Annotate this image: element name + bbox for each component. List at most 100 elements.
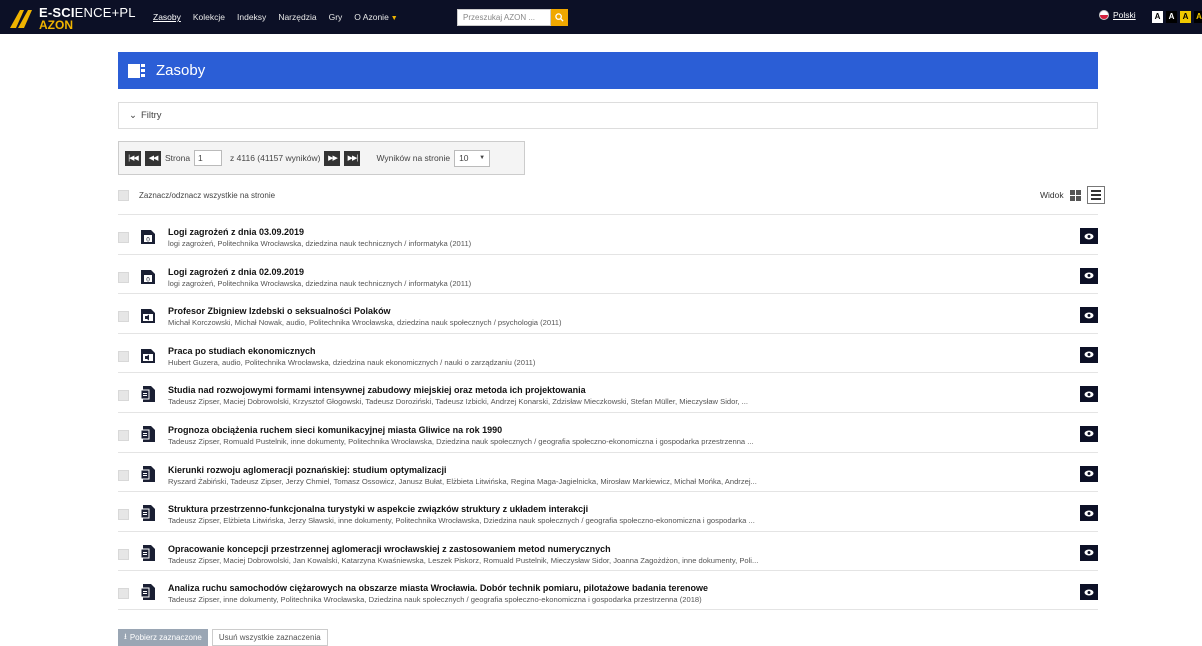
preview-button[interactable] (1080, 544, 1098, 561)
list-item: Studia nad rozwojowymi formami intensywn… (118, 372, 1098, 412)
document-icon (140, 583, 156, 601)
result-list: 0 Logi zagrożeń z dnia 03.09.2019 logi zag… (118, 214, 1098, 610)
nav-item-narzedzia[interactable]: Narzędzia (278, 12, 316, 22)
eye-icon (1084, 589, 1094, 596)
item-title-link[interactable]: Struktura przestrzenno-funkcjonalna tury… (168, 504, 588, 514)
data-file-icon: 0 (140, 227, 156, 245)
item-title-link[interactable]: Opracowanie koncepcji przestrzennej aglo… (168, 544, 611, 554)
per-page-label: Wyników na stronie (376, 153, 451, 163)
list-item: Prognoza obciążenia ruchem sieci komunik… (118, 411, 1098, 452)
audio-file-icon (140, 306, 156, 324)
search-button[interactable] (551, 9, 568, 26)
polish-flag-icon (1099, 10, 1109, 20)
item-checkbox[interactable] (118, 548, 129, 560)
page-number-input[interactable]: 1 (194, 150, 223, 166)
item-metadata: Tadeusz Zipser, Elżbieta Litwińska, Jerz… (168, 516, 755, 526)
document-icon (140, 385, 156, 403)
main-nav: Zasoby Kolekcje Indeksy Narzędzia Gry O … (153, 0, 398, 34)
item-checkbox[interactable] (118, 311, 129, 323)
font-size-controls: A A A A (1152, 11, 1202, 23)
download-selected-label: Pobierz zaznaczone (129, 633, 202, 642)
page-label: Strona (165, 153, 191, 163)
nav-item-indeksy[interactable]: Indeksy (237, 12, 266, 22)
preview-button[interactable] (1080, 584, 1098, 601)
nav-item-kolekcje[interactable]: Kolekcje (193, 12, 225, 22)
view-switcher: Widok (1040, 186, 1105, 204)
eye-icon (1084, 312, 1094, 319)
eye-icon (1084, 549, 1094, 556)
list-item: Kierunki rozwoju aglomeracji poznańskiej… (118, 451, 1098, 492)
list-item: 0 Logi zagrożeń z dnia 03.09.2019 logi zag… (118, 214, 1098, 254)
preview-button[interactable] (1080, 386, 1098, 403)
item-metadata: logi zagrożeń, Politechnika Wrocławska, … (168, 278, 472, 288)
clear-selection-button[interactable]: Usuń wszystkie zaznaczenia (211, 629, 328, 646)
preview-button[interactable] (1080, 307, 1098, 324)
preview-button[interactable] (1080, 505, 1098, 522)
svg-text:0: 0 (146, 276, 150, 283)
preview-button[interactable] (1080, 465, 1098, 482)
first-page-button[interactable]: |◀◀ (125, 150, 141, 166)
download-selected-button[interactable]: ⭳ Pobierz zaznaczone (118, 629, 208, 646)
document-icon (140, 504, 156, 522)
nav-item-o-azonie[interactable]: O Azonie ▼ (354, 12, 397, 22)
font-size-contrast-button[interactable]: A (1166, 11, 1177, 23)
font-size-dark-yellow-button[interactable]: A (1194, 11, 1202, 23)
item-title-link[interactable]: Prognoza obciążenia ruchem sieci komunik… (168, 425, 502, 435)
item-checkbox[interactable] (118, 509, 129, 521)
audio-file-icon (140, 346, 156, 364)
item-checkbox[interactable] (118, 390, 129, 402)
list-item: Praca po studiach ekonomicznych Hubert Gu… (118, 332, 1098, 373)
preview-button[interactable] (1080, 425, 1098, 442)
language-switcher[interactable]: Polski (1099, 10, 1136, 20)
item-metadata: Tadeusz Zipser, Maciej Dobrowolski, Jan … (168, 555, 759, 565)
select-all-checkbox[interactable] (118, 190, 129, 201)
eye-icon (1084, 430, 1094, 437)
select-all-row: Zaznacz/odznacz wszystkie na stronie (118, 190, 275, 201)
list-view-icon[interactable] (1086, 186, 1105, 204)
preview-button[interactable] (1080, 267, 1098, 284)
eye-icon (1084, 391, 1094, 398)
list-item: 0 Logi zagrożeń z dnia 02.09.2019 logi zag… (118, 253, 1098, 294)
search-input[interactable]: Przeszukaj AZON ... (457, 9, 551, 26)
previous-page-button[interactable]: ◀◀ (145, 150, 161, 166)
item-metadata: Hubert Guzera, audio, Politechnika Wrocł… (168, 357, 536, 367)
pagination: |◀◀ ◀◀ Strona 1 z 4116 (41157 wyników) ▶… (118, 141, 525, 175)
page-title: Zasoby (156, 62, 206, 79)
item-checkbox[interactable] (118, 232, 129, 243)
chevron-down-icon: ▼ (390, 15, 398, 22)
item-title-link[interactable]: Studia nad rozwojowymi formami intensywn… (168, 385, 586, 395)
last-page-button[interactable]: ▶▶| (344, 150, 361, 166)
logo[interactable]: E-SCIENCE+PL AZON (8, 4, 138, 32)
item-title-link[interactable]: Logi zagrożeń z dnia 02.09.2019 (168, 267, 304, 277)
item-checkbox[interactable] (118, 271, 129, 283)
list-item: Struktura przestrzenno-funkcjonalna tury… (118, 491, 1098, 531)
next-page-button[interactable]: ▶▶ (324, 150, 341, 166)
per-page-value: 10 (459, 153, 469, 163)
nav-item-zasoby[interactable]: Zasoby (153, 12, 181, 22)
bottom-actions: ⭳ Pobierz zaznaczone Usuń wszystkie zazn… (118, 629, 328, 646)
per-page-select[interactable]: 10 ▼ (454, 149, 491, 167)
resources-icon (128, 63, 145, 78)
document-icon (140, 425, 156, 443)
item-title-link[interactable]: Profesor Zbigniew Izdebski o seksualnośc… (168, 306, 391, 316)
eye-icon (1084, 351, 1094, 358)
item-checkbox[interactable] (118, 469, 129, 481)
font-size-yellow-button[interactable]: A (1180, 11, 1191, 23)
item-checkbox[interactable] (118, 588, 129, 600)
item-checkbox[interactable] (118, 350, 129, 362)
preview-button[interactable] (1080, 228, 1098, 244)
nav-item-gry[interactable]: Gry (329, 12, 343, 22)
list-item: Opracowanie koncepcji przestrzennej aglo… (118, 530, 1098, 571)
font-size-normal-button[interactable]: A (1152, 11, 1163, 23)
preview-button[interactable] (1080, 346, 1098, 363)
item-checkbox[interactable] (118, 429, 129, 441)
data-file-icon: 0 (140, 267, 156, 285)
brand-sub: AZON (39, 18, 73, 32)
item-title-link[interactable]: Praca po studiach ekonomicznych (168, 346, 316, 356)
item-title-link[interactable]: Analiza ruchu samochodów ciężarowych na … (168, 583, 708, 593)
filters-label: Filtry (140, 110, 162, 121)
grid-view-icon[interactable] (1069, 189, 1081, 201)
item-title-link[interactable]: Logi zagrożeń z dnia 03.09.2019 (168, 227, 304, 237)
filters-toggle[interactable]: ⌄ Filtry (118, 102, 1098, 129)
item-title-link[interactable]: Kierunki rozwoju aglomeracji poznańskiej… (168, 465, 447, 475)
